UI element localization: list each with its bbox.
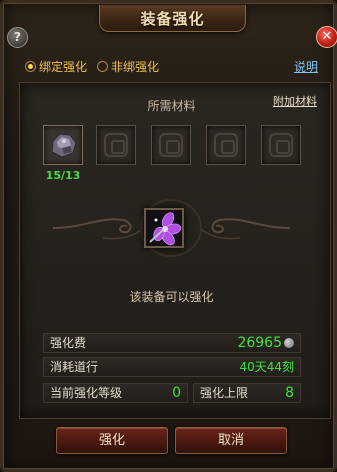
level-value: 0 — [172, 385, 181, 401]
help-icon[interactable]: ? — [7, 27, 28, 48]
radio-unbound-enhance[interactable]: 非绑强化 — [97, 58, 159, 74]
silver-coin-icon — [284, 338, 294, 348]
empty-slot-icon — [159, 133, 183, 157]
window-title: 装备强化 — [140, 10, 205, 28]
material-slot-empty[interactable] — [206, 125, 246, 165]
radio-bound-enhance[interactable]: 绑定强化 — [25, 58, 87, 74]
enhance-button[interactable]: 强化 — [56, 427, 168, 454]
cost-row: 强化费 26965 — [43, 333, 301, 353]
cancel-button[interactable]: 取消 — [175, 427, 287, 454]
title-bar: 装备强化 — [99, 5, 246, 32]
time-label: 消耗道行 — [50, 360, 99, 374]
material-count: 15/13 — [45, 169, 81, 182]
purple-flower-weapon-icon — [146, 210, 182, 246]
material-slot-empty[interactable] — [151, 125, 191, 165]
level-row: 当前强化等级 0 — [43, 383, 188, 403]
material-slot-empty[interactable] — [96, 125, 136, 165]
status-text: 该装备可以强化 — [129, 290, 214, 304]
radio-unselected-icon — [97, 60, 108, 72]
level-label: 当前强化等级 — [50, 386, 123, 400]
empty-slot-icon — [269, 133, 293, 157]
equipment-slot[interactable] — [144, 208, 184, 248]
material-slot-empty[interactable] — [261, 125, 301, 165]
cost-value: 26965 — [237, 335, 282, 351]
limit-row: 强化上限 8 — [193, 383, 301, 403]
enhance-panel: 装备强化 ? ✕ 绑定强化 非绑强化 说明 所需材料 附加材料 15/13 该装… — [0, 0, 337, 472]
radio-unbound-label: 非绑强化 — [111, 59, 160, 74]
radio-bound-label: 绑定强化 — [39, 59, 88, 74]
cost-label: 强化费 — [50, 336, 87, 350]
empty-slot-icon — [104, 133, 128, 157]
material-slot-ore[interactable] — [43, 125, 83, 165]
limit-value: 8 — [285, 385, 294, 401]
empty-slot-icon — [214, 133, 238, 157]
close-icon[interactable]: ✕ — [316, 26, 337, 48]
ore-icon — [51, 133, 77, 158]
time-value: 40天44刻 — [239, 360, 294, 374]
cost-value-wrap: 26965 — [237, 334, 294, 352]
limit-label: 强化上限 — [200, 386, 249, 400]
extra-materials-button[interactable]: 附加材料 — [273, 93, 317, 109]
explain-link[interactable]: 说明 — [294, 58, 318, 75]
radio-selected-icon — [25, 60, 36, 72]
time-row: 消耗道行 40天44刻 — [43, 357, 301, 377]
